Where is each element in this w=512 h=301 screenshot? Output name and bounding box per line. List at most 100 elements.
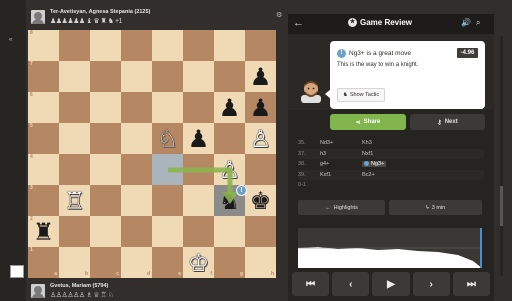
sound-icon[interactable]: 🔊	[461, 18, 471, 27]
square-h1[interactable]: h	[245, 247, 276, 278]
evaluation-graph[interactable]	[298, 228, 482, 268]
square-h3[interactable]: ♚	[245, 185, 276, 216]
square-a2[interactable]: 2 ♜	[28, 216, 59, 247]
square-d4[interactable]	[121, 154, 152, 185]
square-c8[interactable]	[90, 30, 121, 61]
square-e4[interactable]	[152, 154, 183, 185]
share-button[interactable]: ⋖ Share	[330, 114, 406, 130]
white-move[interactable]: g4+	[320, 161, 329, 167]
square-g7[interactable]	[214, 61, 245, 92]
last-move-button[interactable]: ⏭	[452, 272, 491, 296]
square-b8[interactable]	[59, 30, 90, 61]
next-move-button[interactable]: ›	[412, 272, 450, 296]
square-e7[interactable]	[152, 61, 183, 92]
white-move[interactable]: h3	[320, 151, 326, 157]
square-b3[interactable]: ♖	[59, 185, 90, 216]
square-f3[interactable]	[183, 185, 214, 216]
black-move[interactable]: Bc2+	[362, 172, 375, 178]
previous-move-button[interactable]: ‹	[332, 272, 370, 296]
square-e2[interactable]	[152, 216, 183, 247]
square-c4[interactable]	[90, 154, 121, 185]
square-e1[interactable]: e	[152, 247, 183, 278]
square-b1[interactable]: b	[59, 247, 90, 278]
play-button[interactable]: ▶	[372, 272, 410, 296]
square-b4[interactable]	[59, 154, 90, 185]
square-c6[interactable]	[90, 92, 121, 123]
chess-piece[interactable]: ♚	[250, 189, 272, 213]
square-c1[interactable]: c	[90, 247, 121, 278]
square-f1[interactable]: f ♔	[183, 247, 214, 278]
square-d7[interactable]	[121, 61, 152, 92]
square-d5[interactable]	[121, 123, 152, 154]
square-a4[interactable]: 4	[28, 154, 59, 185]
gear-icon[interactable]: ⚙	[276, 12, 284, 20]
square-f8[interactable]	[183, 30, 214, 61]
scrollbar[interactable]	[500, 36, 503, 276]
chess-piece[interactable]: ♘	[157, 127, 179, 151]
square-g4[interactable]: ♙	[214, 154, 245, 185]
square-g2[interactable]	[214, 216, 245, 247]
square-a7[interactable]: 7	[28, 61, 59, 92]
white-move[interactable]: Nd3+	[320, 140, 333, 146]
square-f2[interactable]	[183, 216, 214, 247]
time-control-button[interactable]: ϟ 3 min	[389, 200, 482, 215]
square-d6[interactable]	[121, 92, 152, 123]
square-e6[interactable]	[152, 92, 183, 123]
chess-piece[interactable]: ♔	[188, 251, 210, 275]
square-c3[interactable]	[90, 185, 121, 216]
square-d1[interactable]: d	[121, 247, 152, 278]
square-e5[interactable]: ♘	[152, 123, 183, 154]
square-g8[interactable]	[214, 30, 245, 61]
player-bottom-name[interactable]: Gvetus, Mariam (5794)	[50, 283, 108, 289]
square-f4[interactable]	[183, 154, 214, 185]
highlights-button[interactable]: ← Highlights	[298, 200, 385, 215]
player-top-name[interactable]: Ter-Avetisyan, Agnesa Stepania (2125)	[50, 9, 150, 15]
chess-piece[interactable]: ♟	[188, 127, 210, 151]
square-h6[interactable]: ♟	[245, 92, 276, 123]
chess-piece[interactable]: ♟	[250, 96, 272, 120]
square-a6[interactable]: 6	[28, 92, 59, 123]
move-row[interactable]: 37. h3 Nxf1	[298, 148, 484, 159]
square-e3[interactable]	[152, 185, 183, 216]
square-h5[interactable]: ♙	[245, 123, 276, 154]
square-c7[interactable]	[90, 61, 121, 92]
square-c2[interactable]	[90, 216, 121, 247]
chess-board[interactable]: 8 7 ♟ 6 ♟ ♟ 5 ♘ ♟ ♙ 4 ♙ 3 ♖ ♞ ♚ 2 ♜ 1 a b c d e f ♔ g h	[28, 30, 276, 278]
square-a3[interactable]: 3	[28, 185, 59, 216]
search-icon[interactable]: ⌕	[476, 18, 480, 28]
square-h8[interactable]	[245, 30, 276, 61]
square-b6[interactable]	[59, 92, 90, 123]
square-g5[interactable]	[214, 123, 245, 154]
chess-piece[interactable]: ♖	[64, 189, 86, 213]
square-f6[interactable]	[183, 92, 214, 123]
square-f7[interactable]	[183, 61, 214, 92]
square-b2[interactable]	[59, 216, 90, 247]
chess-piece[interactable]: ♙	[219, 158, 241, 182]
chess-piece[interactable]: ♙	[250, 127, 272, 151]
black-move-selected[interactable]: Ng3+	[362, 161, 387, 167]
square-h7[interactable]: ♟	[245, 61, 276, 92]
move-row[interactable]: 35. Nd3+ Kh3	[298, 138, 484, 149]
black-move[interactable]: Nxf1	[362, 151, 373, 157]
square-b7[interactable]	[59, 61, 90, 92]
white-move[interactable]: Kxf1	[320, 172, 331, 178]
square-a8[interactable]: 8	[28, 30, 59, 61]
square-h2[interactable]	[245, 216, 276, 247]
move-row[interactable]: 38. g4+ Ng3+	[298, 159, 484, 170]
square-a1[interactable]: 1a	[28, 247, 59, 278]
square-a5[interactable]: 5	[28, 123, 59, 154]
move-row[interactable]: 39. Kxf1 Bc2+	[298, 169, 484, 180]
square-e8[interactable]	[152, 30, 183, 61]
chess-piece[interactable]: ♜	[33, 220, 55, 244]
square-c5[interactable]	[90, 123, 121, 154]
square-d2[interactable]	[121, 216, 152, 247]
board-flip-square[interactable]	[10, 265, 24, 278]
next-button[interactable]: ⚷ Next	[410, 114, 485, 130]
square-g6[interactable]: ♟	[214, 92, 245, 123]
square-d8[interactable]	[121, 30, 152, 61]
scrollbar-thumb[interactable]	[500, 186, 503, 226]
square-g1[interactable]: g	[214, 247, 245, 278]
first-move-button[interactable]: ⏮	[292, 272, 330, 296]
show-tactic-button[interactable]: ♞ Show Tactic	[337, 88, 385, 102]
square-f5[interactable]: ♟	[183, 123, 214, 154]
